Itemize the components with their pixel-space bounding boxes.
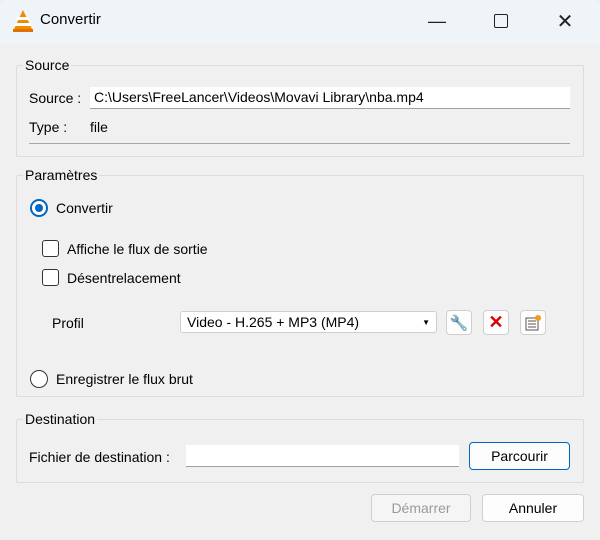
divider bbox=[29, 143, 570, 144]
source-path-field[interactable]: C:\Users\FreeLancer\Videos\Movavi Librar… bbox=[90, 87, 570, 109]
minimize-button[interactable]: — bbox=[414, 6, 460, 36]
destination-file-field[interactable] bbox=[186, 445, 459, 467]
dump-raw-label: Enregistrer le flux brut bbox=[56, 371, 193, 387]
maximize-icon bbox=[494, 14, 508, 28]
profile-dropdown[interactable]: Video - H.265 + MP3 (MP4) ▼ bbox=[180, 311, 437, 333]
params-group-label: Paramètres bbox=[23, 167, 100, 183]
profile-label: Profil bbox=[52, 315, 84, 331]
convert-label: Convertir bbox=[56, 200, 113, 216]
show-output-checkbox[interactable] bbox=[42, 240, 59, 257]
cancel-button[interactable]: Annuler bbox=[482, 494, 584, 522]
source-group-label: Source bbox=[23, 57, 72, 73]
start-button[interactable]: Démarrer bbox=[371, 494, 471, 522]
edit-profile-button[interactable]: 🔧 bbox=[446, 310, 472, 335]
deinterlace-label: Désentrelacement bbox=[67, 270, 181, 286]
maximize-button[interactable] bbox=[478, 6, 524, 36]
delete-icon: ✕ bbox=[488, 312, 504, 332]
window-title: Convertir bbox=[40, 11, 101, 28]
destination-group-label: Destination bbox=[23, 411, 98, 427]
new-profile-button[interactable] bbox=[520, 310, 546, 335]
vlc-cone-icon bbox=[13, 10, 33, 32]
show-output-label: Affiche le flux de sortie bbox=[67, 241, 208, 257]
dump-raw-radio[interactable] bbox=[30, 370, 48, 388]
chevron-down-icon: ▼ bbox=[422, 317, 430, 327]
deinterlace-checkbox[interactable] bbox=[42, 269, 59, 286]
destination-file-label: Fichier de destination : bbox=[29, 449, 170, 465]
delete-profile-button[interactable]: ✕ bbox=[483, 310, 509, 335]
type-value: file bbox=[90, 119, 108, 135]
source-label: Source : bbox=[29, 90, 82, 106]
browse-button[interactable]: Parcourir bbox=[469, 442, 570, 470]
wrench-icon: 🔧 bbox=[449, 314, 469, 332]
new-profile-icon bbox=[525, 314, 541, 330]
type-label: Type : bbox=[29, 119, 68, 135]
profile-value: Video - H.265 + MP3 (MP4) bbox=[187, 314, 360, 330]
close-button[interactable]: ✕ bbox=[542, 6, 588, 36]
convert-radio[interactable] bbox=[30, 199, 48, 217]
